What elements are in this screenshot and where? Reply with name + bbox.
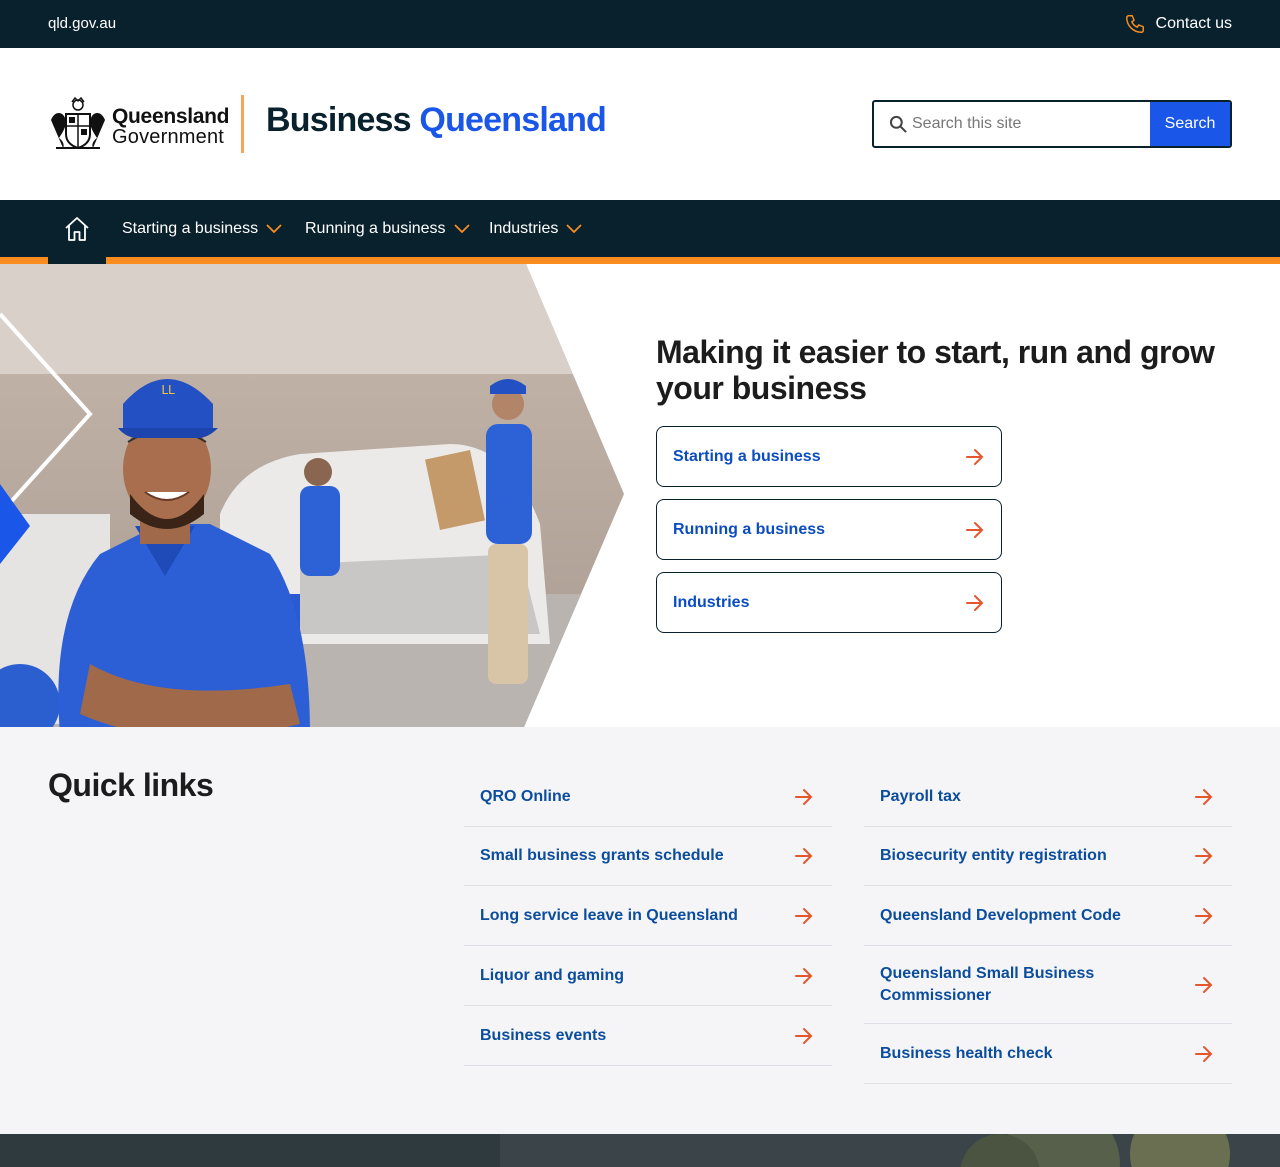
logo-divider [241,95,244,153]
svg-text:LL: LL [161,383,175,397]
bottom-banner-image [0,1134,1280,1167]
arrow-right-icon [1195,788,1213,805]
quick-link-biosecurity-registration[interactable]: Biosecurity entity registration [864,827,1232,886]
quick-link-qro-online[interactable]: QRO Online [464,767,832,827]
quick-link-small-business-commissioner[interactable]: Queensland Small Business Commissioner [864,946,1232,1024]
bottom-banner-graphic [0,1134,1280,1167]
nav-starting-a-business[interactable]: Starting a business [122,220,282,238]
arrow-right-icon [795,967,813,984]
site-header: Queensland Government Business Queenslan… [0,48,1280,200]
queensland-crest-logo[interactable] [48,96,108,152]
arrow-right-icon [966,448,984,465]
nav-item-label: Running a business [305,220,446,237]
quick-link-label: Liquor and gaming [480,966,624,984]
quick-link-small-business-grants[interactable]: Small business grants schedule [464,827,832,886]
quick-link-development-code[interactable]: Queensland Development Code [864,886,1232,946]
arrow-right-icon [795,907,813,924]
quick-link-label: Queensland Development Code [880,906,1121,924]
quick-links-left-column: QRO Online Small business grants schedul… [464,767,832,1066]
brand-part-1: Business [266,101,420,139]
quick-links-section: Quick links QRO Online Small business gr… [0,727,1280,1134]
chevron-down-icon [266,224,282,234]
logo-line-1: Queensland [112,105,230,128]
arrow-right-icon [966,594,984,611]
nav-home-button[interactable] [48,200,106,264]
contact-us-link[interactable]: Contact us [1124,13,1232,35]
quick-links-right-column: Payroll tax Biosecurity entity registrat… [864,767,1232,1084]
contact-us-label: Contact us [1155,15,1232,32]
site-search: Search [872,100,1232,148]
phone-icon [1125,15,1144,33]
hero-section: LL Making it easier to start, run and gr… [0,264,1280,727]
queensland-government-wordmark[interactable]: Queensland Government [112,105,230,148]
quick-link-label: Biosecurity entity registration [880,847,1107,864]
hero-image: LL [0,264,624,727]
quick-link-label: Business health check [880,1044,1053,1062]
hero-heading: Making it easier to start, run and grow … [656,334,1215,406]
logo-line-2: Government [112,126,225,148]
arrow-right-icon [795,848,813,864]
hero-button-industries[interactable]: Industries [656,572,1002,633]
nav-running-a-business[interactable]: Running a business [305,220,470,238]
nav-accent-bar [0,257,1280,264]
quick-link-label: QRO Online [480,787,571,805]
nav-item-label: Starting a business [122,220,259,237]
chevron-down-icon [566,224,583,234]
quick-link-label: Small business grants schedule [480,847,724,864]
arrow-right-icon [795,1027,813,1044]
brand-part-2: Queensland [419,101,607,139]
quick-link-long-service-leave[interactable]: Long service leave in Queensland [464,886,832,946]
arrow-right-icon [1195,1045,1213,1062]
search-icon [874,102,908,146]
business-queensland-brand[interactable]: Business Queensland [266,101,607,140]
hero-button-label: Starting a business [673,447,821,465]
home-icon [65,217,89,241]
quick-link-label: Queensland Small Business Commissioner [880,964,1095,1004]
main-navigation: Starting a business Running a business I… [0,200,1280,264]
arrow-right-icon [966,521,984,538]
quick-link-business-events[interactable]: Business events [464,1006,832,1066]
top-bar: qld.gov.au Contact us [0,0,1280,48]
quick-link-business-health-check[interactable]: Business health check [864,1024,1232,1084]
nav-item-label: Industries [489,220,559,237]
quick-links-title: Quick links [48,767,214,803]
hero-button-running-a-business[interactable]: Running a business [656,499,1002,560]
hero-button-starting-a-business[interactable]: Starting a business [656,426,1002,487]
quick-link-label: Business events [480,1026,607,1044]
qld-gov-link[interactable]: qld.gov.au [48,15,116,32]
hero-button-label: Industries [673,593,750,611]
search-button[interactable]: Search [1150,102,1230,146]
arrow-right-icon [795,788,813,805]
chevron-down-icon [453,224,470,234]
arrow-right-icon [1195,907,1213,924]
quick-link-label: Long service leave in Queensland [480,906,738,924]
arrow-right-icon [1195,976,1213,993]
quick-link-payroll-tax[interactable]: Payroll tax [864,767,1232,827]
quick-link-liquor-and-gaming[interactable]: Liquor and gaming [464,946,832,1006]
hero-button-label: Running a business [673,520,826,538]
search-input[interactable] [908,102,1150,146]
quick-link-label: Payroll tax [880,787,961,805]
arrow-right-icon [1195,848,1213,864]
nav-industries[interactable]: Industries [489,220,583,238]
